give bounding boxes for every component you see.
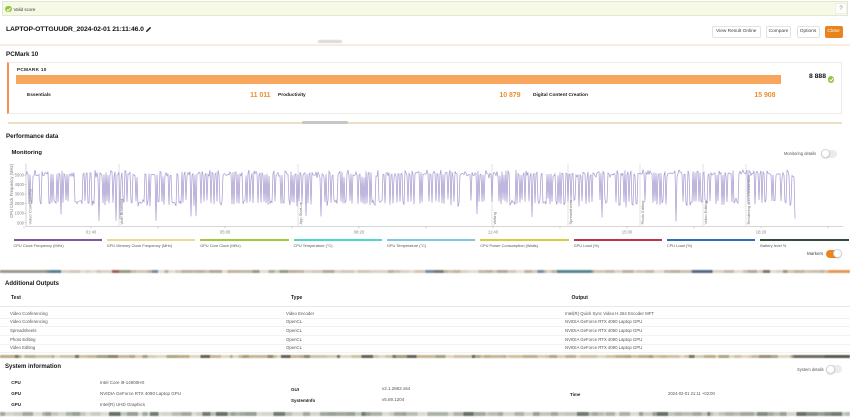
svg-text:1500: 1500 — [15, 211, 25, 216]
svg-text:Photo Editing: Photo Editing — [640, 201, 645, 225]
svg-text:3500: 3500 — [15, 192, 25, 197]
svg-text:18:20: 18:20 — [756, 230, 767, 235]
svg-text:Video Editing: Video Editing — [703, 201, 708, 225]
svg-text:Video Conferencing: Video Conferencing — [28, 189, 33, 224]
svg-text:05:00: 05:00 — [220, 230, 231, 235]
svg-text:App Start-up: App Start-up — [298, 201, 303, 224]
svg-text:11:40: 11:40 — [488, 230, 499, 235]
svg-text:Spreadsheets: Spreadsheets — [568, 200, 573, 225]
svg-text:4500: 4500 — [15, 182, 25, 187]
svg-text:15:00: 15:00 — [622, 230, 633, 235]
svg-text:Writing: Writing — [492, 212, 497, 224]
svg-text:2500: 2500 — [15, 201, 25, 206]
svg-text:CPU Clock Frequency (MHz): CPU Clock Frequency (MHz) — [9, 163, 14, 218]
svg-text:01:40: 01:40 — [86, 230, 97, 235]
svg-text:5500: 5500 — [15, 173, 25, 178]
svg-text:08:20: 08:20 — [354, 230, 365, 235]
svg-text:500: 500 — [17, 220, 25, 225]
